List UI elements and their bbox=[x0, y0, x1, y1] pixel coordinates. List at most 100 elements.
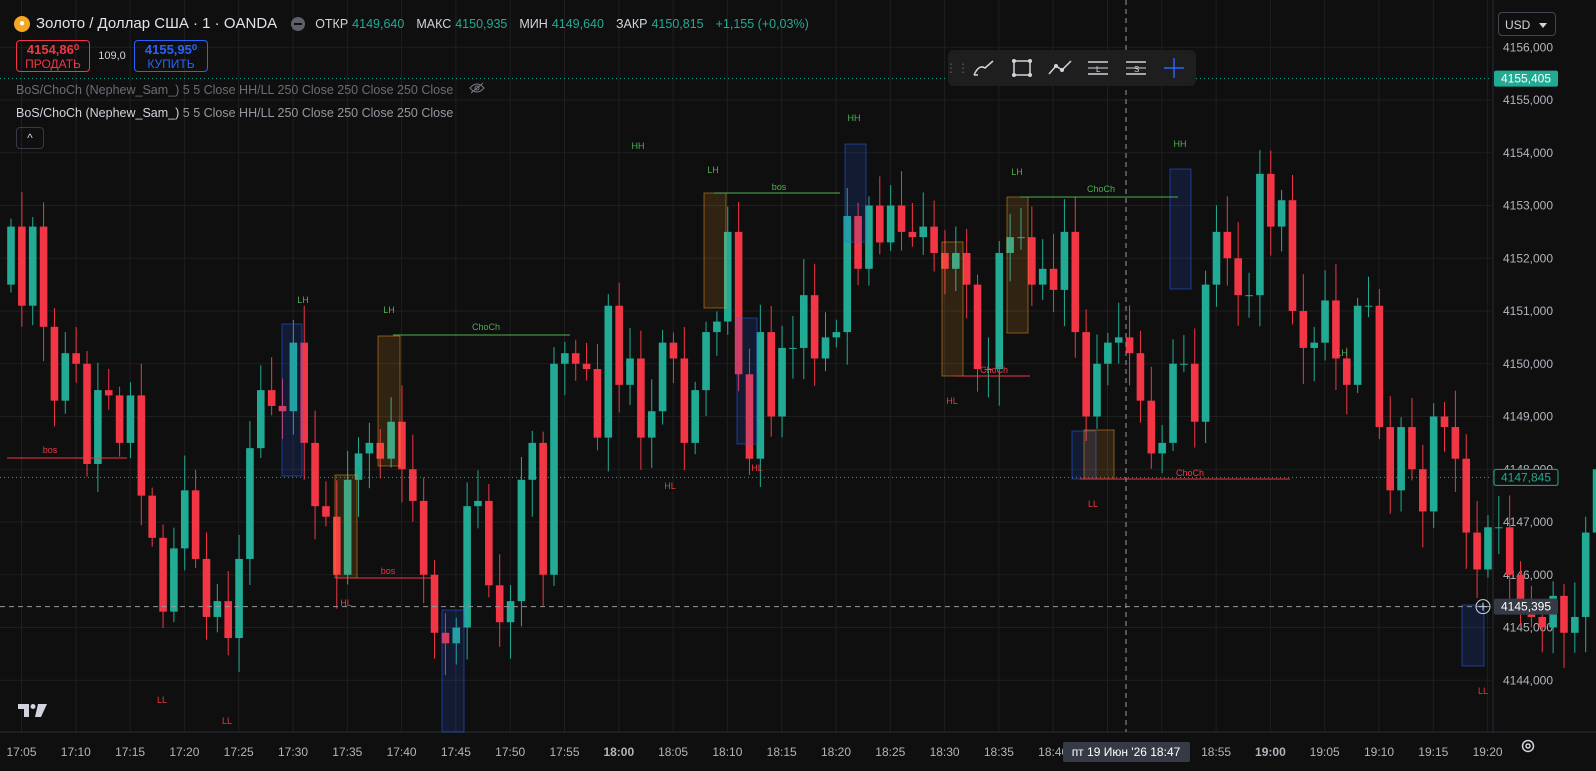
eye-hidden-icon[interactable] bbox=[469, 82, 485, 97]
long-position-icon[interactable]: L bbox=[1082, 53, 1114, 83]
chart-header: ● Золото / Доллар США · 1 · OANDA ОТКР 41… bbox=[14, 15, 817, 32]
y-tick-label: 4154,000 bbox=[1503, 146, 1553, 160]
candle-body bbox=[1419, 469, 1427, 512]
candle-body bbox=[72, 353, 80, 364]
candle-body bbox=[582, 363, 591, 370]
indicator-name: BoS/ChoCh (Nephew_Sam_) bbox=[16, 83, 180, 97]
candle-body bbox=[1364, 305, 1373, 307]
tradingview-logo[interactable] bbox=[18, 702, 48, 723]
y-tick-label: 4147,000 bbox=[1503, 515, 1553, 529]
short-position-icon[interactable]: S bbox=[1120, 53, 1152, 83]
candle-body bbox=[322, 506, 330, 517]
candle-body bbox=[115, 395, 124, 443]
structure-label-hl: HL bbox=[946, 396, 958, 406]
candle-body bbox=[1147, 400, 1156, 454]
currency-select[interactable]: USD bbox=[1498, 12, 1556, 36]
structure-label-ll: LL bbox=[1478, 686, 1488, 696]
crosshair-icon[interactable] bbox=[1158, 53, 1190, 83]
candle-body bbox=[126, 395, 135, 443]
sell-button[interactable]: 4154,86⁰ ПРОДАТЬ bbox=[16, 40, 90, 72]
structure-zone bbox=[1169, 168, 1192, 290]
candle-body bbox=[908, 231, 917, 238]
candle-body bbox=[897, 205, 906, 232]
candle-body bbox=[1375, 305, 1384, 428]
low-label: МИН bbox=[519, 16, 548, 31]
candle-body bbox=[517, 479, 526, 602]
candle-body bbox=[104, 390, 113, 396]
sell-label: ПРОДАТЬ bbox=[25, 57, 81, 71]
candle-body bbox=[1353, 305, 1362, 385]
gear-icon[interactable] bbox=[1520, 738, 1536, 759]
indicator-legend-hidden[interactable]: BoS/ChoCh (Nephew_Sam_) 5 5 Close HH/LL … bbox=[16, 82, 485, 97]
buy-button[interactable]: 4155,95⁰ КУПИТЬ bbox=[134, 40, 208, 72]
candle-body bbox=[50, 326, 59, 401]
drag-handle-icon[interactable]: ⋮⋮ bbox=[945, 53, 969, 83]
candle-body bbox=[1277, 200, 1286, 227]
candle-body bbox=[1180, 363, 1188, 365]
indicator-legend[interactable]: BoS/ChoCh (Nephew_Sam_) 5 5 Close HH/LL … bbox=[16, 106, 453, 120]
x-tick-label: 18:05 bbox=[658, 745, 688, 759]
candle-body bbox=[1408, 427, 1416, 470]
candle-body bbox=[311, 442, 319, 507]
x-tick-label: 19:05 bbox=[1310, 745, 1340, 759]
candle-body bbox=[474, 500, 482, 507]
x-tick-label: 19:15 bbox=[1418, 745, 1448, 759]
candle-body bbox=[180, 490, 189, 549]
candle-body bbox=[1429, 416, 1438, 512]
candle-body bbox=[615, 305, 623, 385]
candle-body bbox=[94, 390, 102, 464]
candle-body bbox=[1038, 268, 1047, 285]
x-tick-label: 17:10 bbox=[61, 745, 91, 759]
candle-body bbox=[365, 442, 374, 454]
candle-body bbox=[1538, 616, 1547, 628]
symbol-title[interactable]: Золото / Доллар США · 1 · OANDA bbox=[36, 15, 277, 32]
high-label: МАКС bbox=[416, 16, 452, 31]
structure-line-label: ChoCh bbox=[1087, 184, 1115, 194]
candle-body bbox=[832, 332, 841, 338]
x-tick-label: 17:55 bbox=[549, 745, 579, 759]
candle-body bbox=[1256, 173, 1264, 296]
candle-body bbox=[495, 585, 504, 623]
candle-body bbox=[604, 305, 613, 438]
candle-body bbox=[886, 205, 895, 243]
structure-zone bbox=[736, 317, 758, 445]
candle-body bbox=[235, 558, 243, 639]
high-value: 4150,935 bbox=[455, 16, 508, 31]
market-status-icon[interactable] bbox=[291, 16, 306, 31]
candle-body bbox=[159, 537, 167, 612]
x-tick-label: 17:40 bbox=[387, 745, 417, 759]
trendline-brush-icon[interactable] bbox=[968, 53, 1000, 83]
structure-line-label: ChoCh bbox=[980, 365, 1008, 375]
candle-body bbox=[1321, 300, 1329, 343]
candle-body bbox=[1451, 427, 1460, 459]
candle-body bbox=[137, 395, 146, 496]
candle-body bbox=[1201, 284, 1210, 422]
collapse-legend-button[interactable]: ^ bbox=[16, 127, 44, 149]
drawing-toolbar: ⋮⋮ L S bbox=[945, 50, 1196, 86]
candle-body bbox=[1571, 616, 1579, 633]
structure-label-lh: LH bbox=[707, 165, 719, 175]
buy-label: КУПИТЬ bbox=[147, 57, 195, 71]
candle-body bbox=[626, 358, 634, 385]
rectangle-icon[interactable] bbox=[1006, 53, 1038, 83]
candle-body bbox=[83, 363, 91, 464]
candle-body bbox=[1082, 332, 1090, 417]
gold-coin-icon: ● bbox=[14, 15, 30, 32]
candle-body bbox=[18, 226, 26, 306]
y-tick-label: 4153,000 bbox=[1503, 199, 1553, 213]
svg-text:L: L bbox=[1096, 65, 1101, 74]
x-tick-label: 19:00 bbox=[1255, 745, 1286, 759]
structure-label-ll: LL bbox=[222, 716, 232, 726]
candle-body bbox=[528, 442, 537, 480]
candle-body bbox=[1342, 358, 1351, 385]
y-tick-label: 4149,000 bbox=[1503, 410, 1553, 424]
candle-body bbox=[571, 353, 580, 364]
structure-zone bbox=[334, 474, 358, 579]
open-label: ОТКР bbox=[315, 16, 349, 31]
candle-body bbox=[756, 332, 765, 459]
candle-body bbox=[1234, 258, 1242, 296]
candle-body bbox=[1386, 427, 1395, 491]
path-icon[interactable] bbox=[1044, 53, 1076, 83]
y-tick-label: 4151,000 bbox=[1503, 304, 1553, 318]
candle-body bbox=[419, 500, 428, 575]
